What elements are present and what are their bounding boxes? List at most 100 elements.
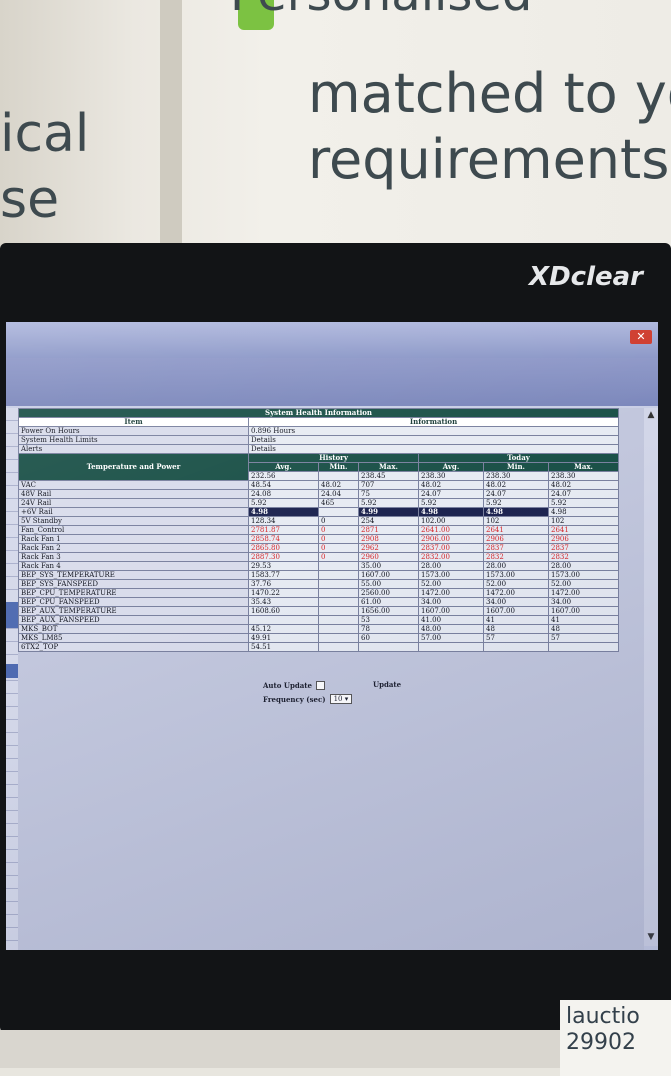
table-cell: 1607.00 <box>483 606 549 616</box>
info-row-value: 0.896 Hours <box>247 426 620 436</box>
table-cell: 1573.00 <box>483 570 549 580</box>
history-header: History <box>248 453 419 463</box>
info-row-label: Alerts <box>18 444 249 454</box>
table-cell <box>318 624 359 634</box>
top-value-cell: 238.45 <box>358 471 419 481</box>
table-cell: 34.00 <box>418 597 484 607</box>
top-value-cell: 238.30 <box>418 471 484 481</box>
table-cell: 54.51 <box>248 642 319 652</box>
table-cell: 0 <box>318 534 359 544</box>
table-row: MKS_LM85 49.91 60 57.00 57 57 <box>18 633 620 643</box>
table-cell: 52.00 <box>418 579 484 589</box>
table-row: +6V Rail 4.98 4.99 4.98 4.98 4.98 <box>18 507 620 517</box>
table-cell: 1656.00 <box>358 606 419 616</box>
table-cell: 2641 <box>547 525 620 535</box>
row-label: BEP_AUX_TEMPERATURE <box>18 606 249 616</box>
table-cell: 2837 <box>547 543 620 553</box>
table-cell: 52.00 <box>547 579 620 589</box>
table-row: Rack Fan 2 2865.80 0 2962 2837.00 2837 2837 <box>18 543 620 553</box>
table-cell: 48.02 <box>547 480 620 490</box>
auto-update-checkbox[interactable] <box>315 680 325 690</box>
table-cell: 48 <box>547 624 620 634</box>
table-cell: 1472.00 <box>418 588 484 598</box>
table-cell: 37.76 <box>248 579 319 589</box>
table-cell: 24.07 <box>483 489 549 499</box>
table-cell: 1583.77 <box>248 570 319 580</box>
table-row: Rack Fan 3 2887.30 0 2960 2832.00 2832 2832 <box>18 552 620 562</box>
row-label: MKS_LM85 <box>18 633 249 643</box>
table-cell: 24.04 <box>318 489 359 499</box>
table-cell <box>318 633 359 643</box>
table-cell <box>318 615 359 625</box>
row-label: BEP_CPU_FANSPEED <box>18 597 249 607</box>
table-cell: 2858.74 <box>248 534 319 544</box>
info-row-value[interactable]: Details <box>247 435 620 445</box>
table-cell: 2832.00 <box>418 552 484 562</box>
poster-left-line-2: se <box>0 170 60 230</box>
system-health-table: System Health Information Item Informati… <box>17 408 620 652</box>
table-cell <box>318 561 359 571</box>
table-cell: 2641 <box>483 525 549 535</box>
col-today-min: Min. <box>483 462 549 472</box>
table-cell: 57 <box>547 633 620 643</box>
table-cell: 1607.00 <box>358 570 419 580</box>
table-cell: 55.00 <box>358 579 419 589</box>
monitor-brand: XDclear <box>529 262 643 292</box>
row-label: Rack Fan 1 <box>18 534 249 544</box>
table-cell: 52.00 <box>483 579 549 589</box>
table-cell: 2837.00 <box>418 543 484 553</box>
table-cell: 28.00 <box>483 561 549 571</box>
table-row: BEP_SYS_FANSPEED 37.76 55.00 52.00 52.00 52.0… <box>18 579 620 589</box>
table-row: VAC 48.54 48.02 707 48.02 48.02 48.02 <box>18 480 620 490</box>
frequency-select[interactable]: 10 ▾ <box>329 694 353 704</box>
info-row-value[interactable]: Details <box>247 444 620 454</box>
table-cell: 128.34 <box>248 516 319 526</box>
table-cell: 41 <box>483 615 549 625</box>
table-cell: 0 <box>318 552 359 562</box>
table-cell: 2871 <box>358 525 419 535</box>
table-cell: 5.92 <box>358 498 419 508</box>
table-cell: 45.12 <box>248 624 319 634</box>
table-cell: 2908 <box>358 534 419 544</box>
table-cell <box>358 642 419 652</box>
label-card-line-1: lauctio <box>566 1004 640 1029</box>
poster-line-3: requirements <box>308 128 670 191</box>
table-cell: 102 <box>547 516 620 526</box>
vertical-scrollbar[interactable]: ▲ ▼ <box>644 408 658 946</box>
table-cell: 2906.00 <box>418 534 484 544</box>
table-cell: 41.00 <box>418 615 484 625</box>
nav-selected-block[interactable] <box>6 602 18 628</box>
scroll-down-icon[interactable]: ▼ <box>645 932 657 944</box>
row-label: BEP_AUX_FANSPEED <box>18 615 249 625</box>
close-icon[interactable]: ✕ <box>630 330 652 344</box>
nav-selected-block-2[interactable] <box>6 664 18 678</box>
scroll-up-icon[interactable]: ▲ <box>645 410 657 422</box>
label-card-line-2: 29902 <box>566 1030 636 1055</box>
row-label: VAC <box>18 480 249 490</box>
table-cell: 1607.00 <box>547 606 620 616</box>
table-cell: 4.98 <box>418 507 484 517</box>
table-cell <box>318 579 359 589</box>
info-row: System Health Limits Details <box>18 435 620 445</box>
table-cell: 28.00 <box>547 561 620 571</box>
table-cell: 4.98 <box>248 507 319 517</box>
table-cell: 53 <box>358 615 419 625</box>
row-label: Fan_Control <box>18 525 249 535</box>
table-cell: 2641.00 <box>418 525 484 535</box>
table-row: BEP_SYS_TEMPERATURE 1583.77 1607.00 1573.00… <box>18 570 620 580</box>
table-row: BEP_CPU_FANSPEED 35.43 61.00 34.00 34.00 34.0… <box>18 597 620 607</box>
item-header: Item <box>18 417 249 427</box>
col-today-avg: Avg. <box>418 462 484 472</box>
table-cell: 0 <box>318 525 359 535</box>
left-navigation-pane[interactable] <box>6 408 18 950</box>
table-cell: 254 <box>358 516 419 526</box>
update-button[interactable]: Update <box>373 680 401 689</box>
table-cell: 28.00 <box>418 561 484 571</box>
table-cell: 5.92 <box>248 498 319 508</box>
table-row: Rack Fan 1 2858.74 0 2908 2906.00 2906 2906 <box>18 534 620 544</box>
row-label: 5V Standby <box>18 516 249 526</box>
table-cell: 34.00 <box>547 597 620 607</box>
table-cell: 5.92 <box>483 498 549 508</box>
info-row: Power On Hours 0.896 Hours <box>18 426 620 436</box>
table-row: 24V Rail 5.92 465 5.92 5.92 5.92 5.92 <box>18 498 620 508</box>
